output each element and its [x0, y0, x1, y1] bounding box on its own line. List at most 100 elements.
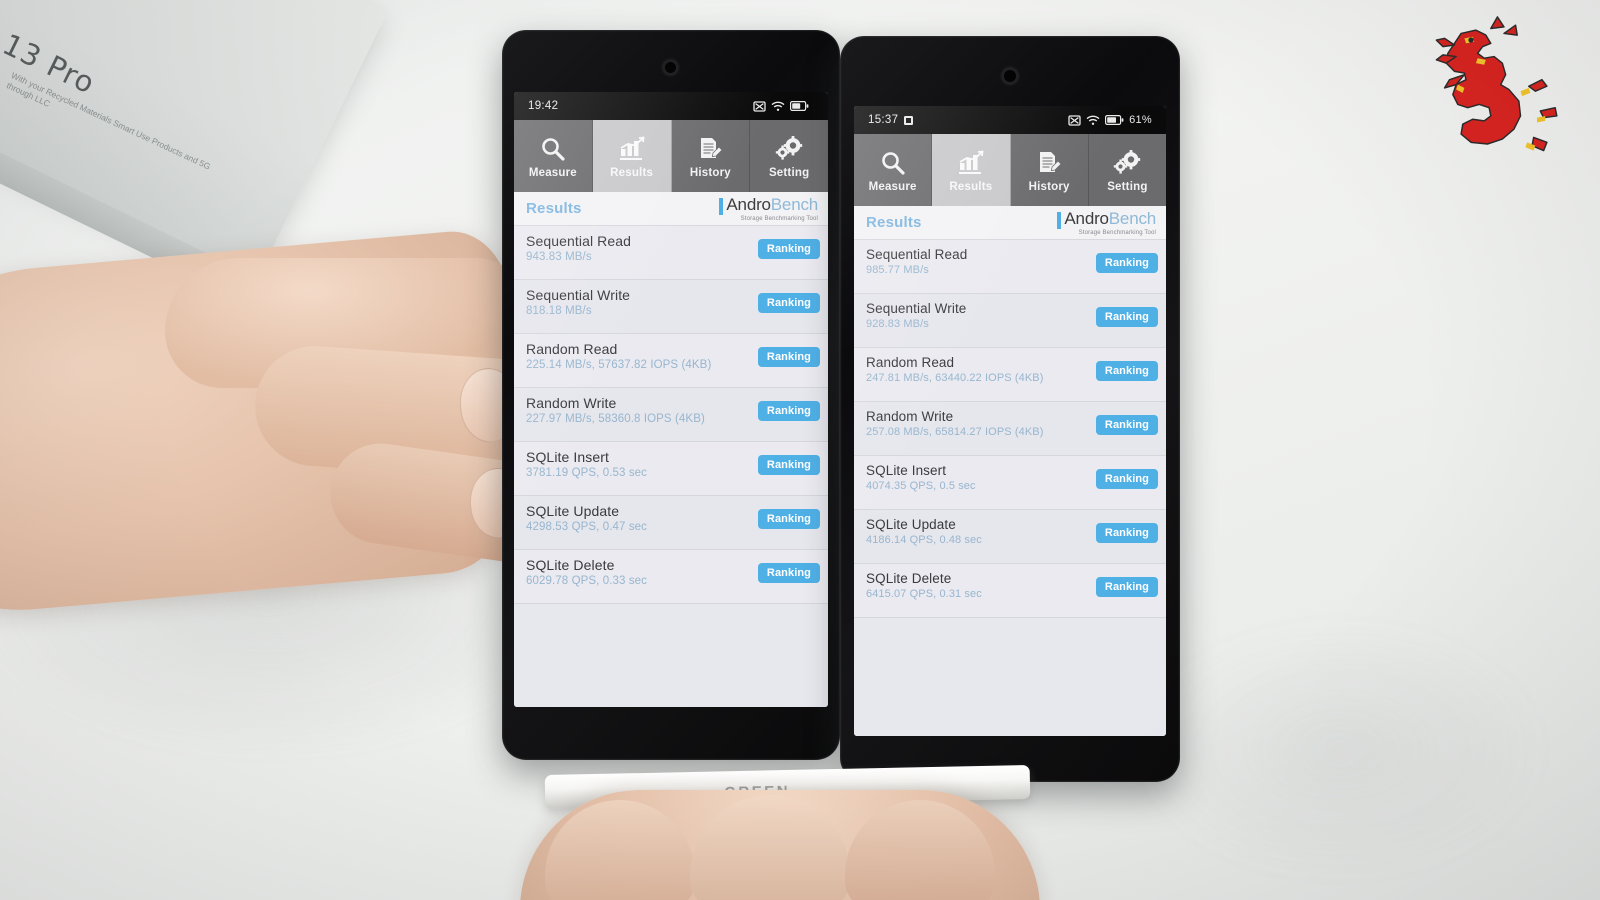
result-label: Random Write — [866, 409, 954, 424]
result-value: 6415.07 QPS, 0.31 sec — [866, 588, 982, 600]
result-value: 257.08 MB/s, 65814.27 IOPS (4KB) — [866, 426, 1044, 438]
result-row[interactable]: Random Write 227.97 MB/s, 58360.8 IOPS (4… — [514, 388, 828, 442]
result-row[interactable]: SQLite Insert 4074.35 QPS, 0.5 sec Ranking — [854, 456, 1166, 510]
result-label: SQLite Delete — [526, 557, 615, 573]
ranking-button[interactable]: Ranking — [1095, 577, 1158, 597]
logo-andro: Andro — [726, 194, 771, 214]
no-sim-icon — [753, 100, 766, 112]
front-camera-icon — [1002, 68, 1018, 84]
result-row[interactable]: SQLite Delete 6415.07 QPS, 0.31 sec Rankin… — [854, 564, 1166, 618]
result-row[interactable]: Random Write 257.08 MB/s, 65814.27 IOPS (… — [854, 402, 1166, 456]
result-value: 6029.78 QPS, 0.33 sec — [526, 575, 648, 587]
result-row[interactable]: Sequential Write 818.18 MB/s Ranking — [514, 280, 828, 334]
status-icons — [753, 100, 814, 112]
screen-left[interactable]: 19:42 Measure Results History Setting Re… — [514, 92, 828, 707]
ranking-button[interactable]: Ranking — [1095, 415, 1158, 435]
result-label: SQLite Update — [526, 503, 620, 519]
logo-tagline: Storage Benchmarking Tool — [1078, 229, 1156, 236]
ranking-button[interactable]: Ranking — [757, 455, 820, 475]
results-title: Results — [526, 200, 582, 217]
document-pencil-icon — [1036, 148, 1062, 178]
battery-percent: 61% — [1129, 114, 1152, 126]
phone-left[interactable]: 19:42 Measure Results History Setting Re… — [502, 30, 840, 760]
status-time: 19:42 — [528, 100, 559, 112]
ranking-button[interactable]: Ranking — [1095, 307, 1158, 327]
result-value: 943.83 MB/s — [526, 251, 592, 263]
tab-measure-label: Measure — [868, 180, 917, 193]
result-value: 818.18 MB/s — [526, 305, 592, 317]
androbench-logo: AndroBench Storage Benchmarking Tool — [719, 196, 818, 222]
result-value: 4186.14 QPS, 0.48 sec — [866, 534, 982, 546]
ranking-button[interactable]: Ranking — [757, 509, 820, 529]
no-sim-icon — [1068, 114, 1081, 126]
magnifier-icon — [540, 134, 566, 164]
tab-results[interactable]: Results — [932, 134, 1011, 206]
status-time: 15:37 — [868, 114, 899, 126]
wifi-icon — [1086, 115, 1100, 125]
result-label: Sequential Write — [866, 301, 967, 316]
results-header-right: Results AndroBench Storage Benchmarking … — [854, 206, 1166, 240]
tab-measure[interactable]: Measure — [854, 134, 933, 206]
desk-shadow-right — [1130, 620, 1550, 880]
ranking-button[interactable]: Ranking — [757, 293, 820, 313]
ranking-button[interactable]: Ranking — [757, 401, 820, 421]
tab-setting[interactable]: Setting — [1089, 134, 1166, 206]
ranking-button[interactable]: Ranking — [1095, 469, 1158, 489]
logo-tagline: Storage Benchmarking Tool — [740, 215, 818, 222]
result-value: 247.81 MB/s, 63440.22 IOPS (4KB) — [866, 372, 1044, 384]
result-label: Sequential Write — [526, 287, 631, 303]
ranking-button[interactable]: Ranking — [1095, 361, 1158, 381]
result-row[interactable]: Random Read 247.81 MB/s, 63440.22 IOPS (4… — [854, 348, 1166, 402]
logo-bench: Bench — [770, 194, 818, 214]
ranking-button[interactable]: Ranking — [757, 347, 820, 367]
gears-icon — [1113, 148, 1141, 178]
tab-measure[interactable]: Measure — [514, 120, 593, 192]
ranking-button[interactable]: Ranking — [757, 239, 820, 259]
result-value: 928.83 MB/s — [866, 318, 929, 330]
ranking-button[interactable]: Ranking — [757, 563, 820, 583]
ranking-button[interactable]: Ranking — [1095, 253, 1158, 273]
status-bar-right: 15:37 61% — [854, 106, 1166, 134]
retail-box: Redmi Note 13 Pro With your Recycled Mat… — [0, 0, 388, 304]
bar-chart-icon — [957, 148, 985, 178]
tab-results-label: Results — [949, 180, 993, 193]
result-row[interactable]: Sequential Read 943.83 MB/s Ranking — [514, 226, 828, 280]
results-list-left[interactable]: Sequential Read 943.83 MB/s Ranking Sequent… — [514, 226, 828, 707]
result-row[interactable]: Sequential Read 985.77 MB/s Ranking — [854, 240, 1166, 294]
result-row[interactable]: SQLite Delete 6029.78 QPS, 0.33 sec Rankin… — [514, 550, 828, 604]
logo-bench: Bench — [1108, 208, 1156, 228]
scene-root: Redmi Note 13 Pro With your Recycled Mat… — [0, 0, 1600, 900]
result-label: SQLite Update — [866, 517, 956, 532]
result-value: 225.14 MB/s, 57637.82 IOPS (4KB) — [526, 359, 712, 371]
result-row[interactable]: Random Read 225.14 MB/s, 57637.82 IOPS (4… — [514, 334, 828, 388]
tab-measure-label: Measure — [528, 166, 577, 179]
result-row[interactable]: SQLite Insert 3781.19 QPS, 0.53 sec Rankin… — [514, 442, 828, 496]
ranking-button[interactable]: Ranking — [1095, 523, 1158, 543]
phone-right[interactable]: 15:37 61% Measure Results History Settin… — [840, 36, 1180, 782]
results-title: Results — [866, 214, 922, 231]
status-icons: 61% — [1068, 114, 1152, 126]
bar-chart-icon — [618, 134, 646, 164]
logo-tick-icon — [719, 197, 724, 215]
screen-right[interactable]: 15:37 61% Measure Results History Settin… — [854, 106, 1166, 736]
tab-history[interactable]: History — [672, 120, 751, 192]
tab-results[interactable]: Results — [592, 120, 672, 192]
tab-setting-label: Setting — [1107, 180, 1148, 193]
results-header-left: Results AndroBench Storage Benchmarking … — [514, 192, 828, 226]
tab-bar-right[interactable]: Measure Results History Setting — [854, 134, 1166, 206]
tab-bar-left[interactable]: Measure Results History Setting — [514, 120, 828, 192]
result-row[interactable]: SQLite Update 4186.14 QPS, 0.48 sec Rankin… — [854, 510, 1166, 564]
result-label: Random Read — [526, 341, 618, 357]
result-label: Sequential Read — [526, 233, 632, 249]
result-value: 3781.19 QPS, 0.53 sec — [526, 467, 648, 479]
results-list-right[interactable]: Sequential Read 985.77 MB/s Ranking Sequent… — [854, 240, 1166, 736]
tab-history[interactable]: History — [1011, 134, 1089, 206]
result-row[interactable]: Sequential Write 928.83 MB/s Ranking — [854, 294, 1166, 348]
front-camera-icon — [663, 60, 678, 75]
wifi-icon — [771, 101, 785, 111]
tab-setting[interactable]: Setting — [750, 120, 828, 192]
result-row[interactable]: SQLite Update 4298.53 QPS, 0.47 sec Rankin… — [514, 496, 828, 550]
androbench-logo: AndroBench Storage Benchmarking Tool — [1057, 210, 1156, 236]
alarm-icon — [904, 115, 914, 125]
dragon-watermark-icon — [1435, 16, 1558, 152]
